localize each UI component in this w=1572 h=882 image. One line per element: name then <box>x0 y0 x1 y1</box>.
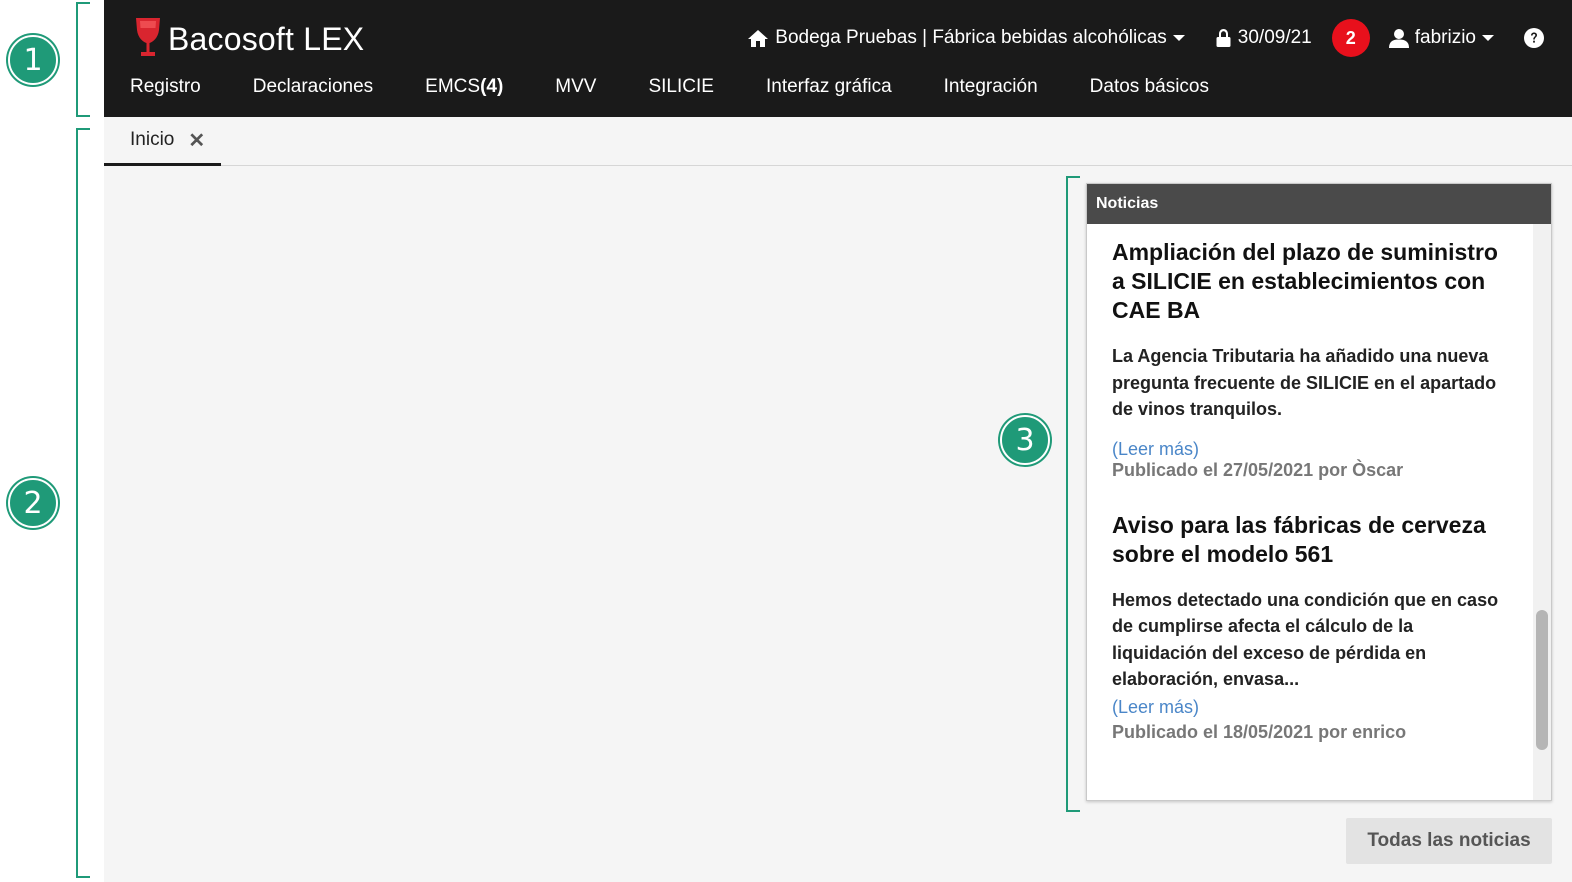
wine-glass-logo-icon <box>132 16 164 63</box>
nav-item-declaraciones[interactable]: Declaraciones <box>253 76 373 98</box>
establishment-name: Bodega Pruebas | Fábrica bebidas alcohól… <box>775 27 1167 48</box>
article-summary: Hemos detectado una condición que en cas… <box>1112 589 1499 690</box>
username: fabrizio <box>1414 27 1476 48</box>
article-summary: La Agencia Tributaria ha añadido una nue… <box>1112 346 1497 419</box>
app-window: Bacosoft LEX Bodega Pruebas | Fábrica be… <box>104 0 1572 882</box>
news-list[interactable]: Ampliación del plazo de suministro a SIL… <box>1087 224 1535 800</box>
current-date: 30/09/21 <box>1237 27 1312 48</box>
brand-name: Bacosoft LEX <box>168 21 365 57</box>
callout-2: 2 <box>8 478 58 528</box>
user-menu[interactable]: fabrizio <box>1388 27 1494 49</box>
bracket-content <box>76 128 90 878</box>
news-article: Ampliación del plazo de suministro a SIL… <box>1112 238 1513 481</box>
tab-strip: Inicio ✕ <box>104 117 1572 166</box>
article-published: Publicado el 18/05/2021 por enrico <box>1112 721 1407 742</box>
bracket-news <box>1066 176 1080 812</box>
nav-item-registro[interactable]: Registro <box>130 76 201 98</box>
tab-label: Inicio <box>130 129 175 150</box>
news-panel: Noticias Ampliación del plazo de suminis… <box>1086 183 1552 801</box>
nav-item-integracion[interactable]: Integración <box>944 76 1038 98</box>
lock-icon <box>1215 28 1232 48</box>
callout-1: 1 <box>8 35 58 85</box>
article-title: Aviso para las fábricas de cerveza sobre… <box>1112 511 1486 567</box>
establishment-selector[interactable]: Bodega Pruebas | Fábrica bebidas alcohól… <box>747 27 1185 49</box>
emcs-count: (4) <box>480 76 504 97</box>
brand[interactable]: Bacosoft LEX <box>132 16 364 63</box>
date-display[interactable]: 30/09/21 <box>1215 27 1312 49</box>
header-actions: Bodega Pruebas | Fábrica bebidas alcohól… <box>747 19 1572 57</box>
top-bar: Bacosoft LEX Bodega Pruebas | Fábrica be… <box>104 0 1572 117</box>
help-icon[interactable] <box>1524 28 1544 48</box>
news-scrollbar[interactable] <box>1533 224 1551 800</box>
nav-item-emcs-label: EMCS <box>425 76 481 97</box>
callout-3: 3 <box>1000 415 1050 465</box>
main-nav: Registro Declaraciones EMCS(4) MVV SILIC… <box>130 76 1261 98</box>
article-published: Publicado el 27/05/2021 por Òscar <box>1112 459 1404 480</box>
nav-item-mvv[interactable]: MVV <box>555 76 596 98</box>
read-more-link[interactable]: (Leer más) <box>1112 697 1513 717</box>
home-icon <box>747 29 769 48</box>
user-icon <box>1388 28 1409 48</box>
bracket-header <box>76 2 90 117</box>
chevron-down-icon <box>1172 35 1185 41</box>
news-scrollbar-thumb[interactable] <box>1536 610 1548 750</box>
chevron-down-icon <box>1482 35 1494 41</box>
nav-item-interfaz-grafica[interactable]: Interfaz gráfica <box>766 76 892 98</box>
news-panel-title: Noticias <box>1087 184 1551 224</box>
all-news-button[interactable]: Todas las noticias <box>1346 818 1552 864</box>
article-title: Ampliación del plazo de suministro a SIL… <box>1112 239 1498 323</box>
news-article: Aviso para las fábricas de cerveza sobre… <box>1112 511 1513 743</box>
nav-item-datos-basicos[interactable]: Datos básicos <box>1090 76 1209 98</box>
read-more-link[interactable]: (Leer más) <box>1112 439 1513 459</box>
tab-inicio[interactable]: Inicio ✕ <box>104 117 221 166</box>
notifications-badge[interactable]: 2 <box>1331 19 1370 57</box>
nav-item-emcs[interactable]: EMCS(4) <box>425 76 503 98</box>
close-icon[interactable]: ✕ <box>188 128 205 153</box>
nav-item-silicie[interactable]: SILICIE <box>648 76 713 98</box>
